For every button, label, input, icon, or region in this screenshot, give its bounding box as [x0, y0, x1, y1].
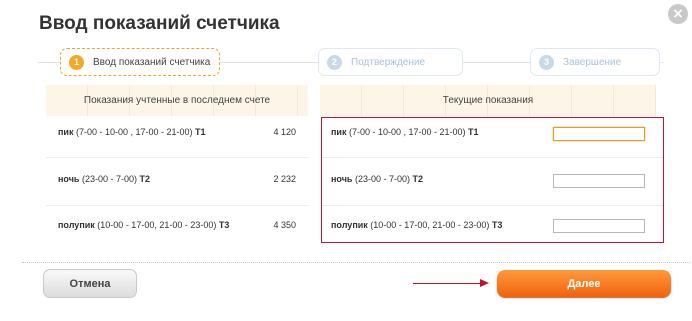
- step-3-label: Завершение: [563, 56, 622, 68]
- left-row-peak-value: 4 120: [273, 127, 296, 137]
- cancel-button[interactable]: Отмена: [43, 269, 137, 298]
- last-bill-readings-header: Показания учтенные в последнем счете: [46, 85, 308, 116]
- step-2-label: Подтверждение: [351, 56, 426, 68]
- step-1: 1 Ввод показаний счетчика: [60, 48, 220, 76]
- arrow-annotation: [413, 283, 483, 284]
- row-divider: [46, 157, 308, 158]
- step-1-label: Ввод показаний счетчика: [93, 56, 211, 68]
- right-row-night: ночь (23-00 - 7-00) T2: [331, 174, 424, 184]
- footer-divider: [22, 262, 690, 263]
- arrow-head-icon: [480, 279, 489, 287]
- step-2-number: 2: [327, 54, 342, 70]
- row-divider: [322, 157, 663, 158]
- halfpeak-reading-input[interactable]: [553, 219, 645, 233]
- row-divider: [322, 205, 663, 206]
- left-row-night: ночь (23-00 - 7-00) T2: [58, 174, 151, 184]
- step-1-number: 1: [69, 54, 84, 70]
- current-readings-header: Текущие показания: [320, 85, 656, 116]
- step-2: 2 Подтверждение: [318, 48, 463, 76]
- left-row-halfpeak: полупик (10-00 - 17-00, 21-00 - 23-00) T…: [58, 220, 230, 230]
- left-row-peak: пик (7-00 - 10-00 , 17-00 - 21-00) T1: [58, 127, 206, 137]
- row-divider: [46, 205, 308, 206]
- right-row-halfpeak: полупик (10-00 - 17-00, 21-00 - 23-00) T…: [331, 220, 503, 230]
- dialog-title: Ввод показаний счетчика: [39, 13, 280, 34]
- next-button[interactable]: Далее: [497, 270, 671, 297]
- right-row-peak: пик (7-00 - 10-00 , 17-00 - 21-00) T1: [331, 127, 479, 137]
- night-reading-input[interactable]: [553, 174, 645, 188]
- step-3: 3 Завершение: [530, 48, 660, 76]
- left-row-night-value: 2 232: [273, 174, 296, 184]
- step-3-number: 3: [539, 54, 554, 70]
- left-row-halfpeak-value: 4 350: [273, 220, 296, 230]
- close-icon[interactable]: ×: [668, 4, 688, 24]
- peak-reading-input[interactable]: [553, 127, 645, 141]
